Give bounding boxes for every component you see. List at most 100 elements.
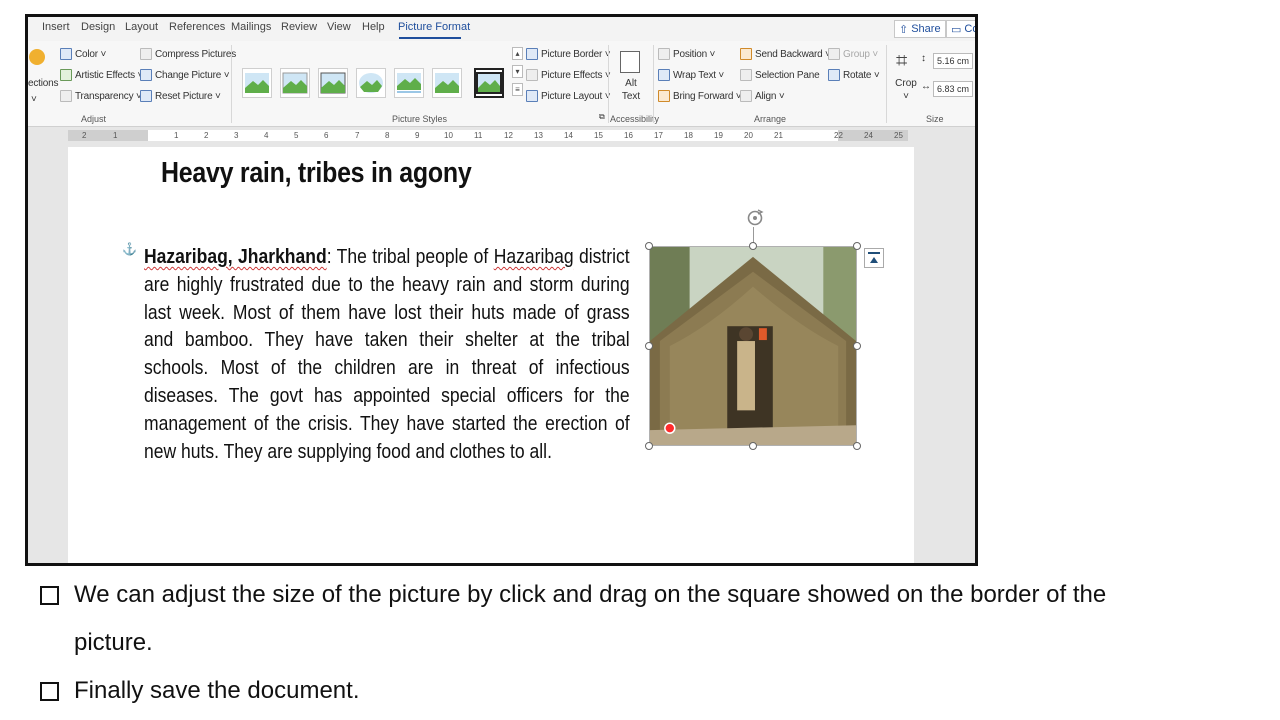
- tab-help[interactable]: Help: [362, 21, 385, 33]
- picture-style-thumb[interactable]: [356, 68, 386, 98]
- wrap-text-button[interactable]: Wrap Text ˅: [658, 69, 724, 81]
- artistic-effects-label: Artistic Effects ˅: [75, 69, 144, 81]
- horizontal-ruler[interactable]: 2 1 1 2 3 4 5 6 7 8 9 10 11 12 13 14 15 …: [28, 127, 975, 144]
- corrections-dropdown-icon[interactable]: ˅: [31, 94, 37, 105]
- picture-border-button[interactable]: Picture Border ˅: [526, 48, 611, 60]
- transparency-button[interactable]: Transparency ˅: [60, 90, 142, 102]
- layout-options-icon: [868, 252, 880, 263]
- rotate-button[interactable]: Rotate ˅: [828, 69, 880, 81]
- alt-text-icon: [620, 51, 640, 73]
- resize-handle-top-left[interactable]: [645, 242, 653, 250]
- reset-picture-icon: [140, 90, 152, 102]
- ruler-number: 16: [624, 131, 633, 140]
- color-button[interactable]: Color ˅: [60, 48, 106, 60]
- ruler-margin-left: [68, 130, 148, 141]
- tab-view[interactable]: View: [327, 21, 351, 33]
- picture-style-thumb-selected[interactable]: [474, 68, 504, 98]
- change-picture-button[interactable]: Change Picture ˅: [140, 69, 230, 81]
- tab-layout[interactable]: Layout: [125, 21, 158, 33]
- resize-handle-top-right[interactable]: [853, 242, 861, 250]
- ruler-number: 6: [324, 131, 329, 140]
- bullet-text: Finally save the document.: [74, 667, 359, 715]
- align-button[interactable]: Align ˅: [740, 90, 785, 102]
- position-label: Position ˅: [673, 48, 716, 60]
- ruler-number: 1: [174, 131, 179, 140]
- bullet-text: We can adjust the size of the picture by…: [74, 571, 1106, 667]
- picture-style-thumb[interactable]: [318, 68, 348, 98]
- comments-button[interactable]: ▭ Cor: [946, 20, 975, 38]
- article-body[interactable]: Hazaribag, Jharkhand: The tribal people …: [144, 243, 630, 465]
- resize-handle-top[interactable]: [749, 242, 757, 250]
- checkbox-bullet-icon: [40, 682, 59, 701]
- alt-text-button[interactable]: Alt Text: [615, 49, 647, 109]
- corrections-button-partial[interactable]: ections: [28, 78, 58, 89]
- tab-references[interactable]: References: [169, 21, 225, 33]
- ruler-number: 8: [385, 131, 390, 140]
- crop-label: Crop: [895, 78, 917, 89]
- bring-forward-label: Bring Forward ˅: [673, 90, 742, 102]
- corrections-icon[interactable]: [29, 49, 45, 65]
- bullet-line: picture.: [74, 629, 153, 656]
- crop-icon: ⌗: [896, 50, 908, 72]
- picture-style-thumb[interactable]: [280, 68, 310, 98]
- picture-layout-button[interactable]: Picture Layout ˅: [526, 90, 611, 102]
- ruler-number: 11: [474, 131, 483, 140]
- compress-pictures-button[interactable]: Compress Pictures: [140, 48, 236, 60]
- bring-forward-button[interactable]: Bring Forward ˅: [658, 90, 742, 102]
- active-tab-underline: [399, 37, 461, 39]
- arrange-group-label: Arrange: [754, 114, 787, 124]
- artistic-effects-button[interactable]: Artistic Effects ˅: [60, 69, 143, 81]
- tab-review[interactable]: Review: [281, 21, 317, 33]
- tab-design[interactable]: Design: [81, 21, 115, 33]
- ruler-number: 5: [294, 131, 299, 140]
- tab-mailings[interactable]: Mailings: [231, 21, 271, 33]
- picture-styles-launcher-icon[interactable]: ⧉: [599, 112, 605, 122]
- ruler-number: 2: [82, 131, 87, 140]
- ribbon-tabs: Insert Design Layout References Mailings…: [28, 17, 975, 41]
- ruler-number: 4: [264, 131, 269, 140]
- send-backward-button[interactable]: Send Backward ˅: [740, 48, 831, 60]
- resize-handle-bottom[interactable]: [749, 442, 757, 450]
- resize-handle-bottom-right[interactable]: [853, 442, 861, 450]
- picture-style-thumb[interactable]: [394, 68, 424, 98]
- gallery-up-icon[interactable]: ▴: [512, 47, 523, 60]
- reset-picture-button[interactable]: Reset Picture ˅: [140, 90, 221, 102]
- width-input[interactable]: 6.83 cm: [933, 81, 973, 97]
- gallery-more-icon[interactable]: ≡: [512, 83, 523, 96]
- hut-picture[interactable]: [649, 246, 857, 446]
- wrap-text-icon: [658, 69, 670, 81]
- height-input[interactable]: 5.16 cm: [933, 53, 973, 69]
- layout-options-button[interactable]: [864, 248, 884, 268]
- picture-style-thumb[interactable]: [432, 68, 462, 98]
- group-icon: [828, 48, 840, 60]
- height-icon: ↕: [921, 53, 926, 64]
- checkbox-bullet-icon: [40, 586, 59, 605]
- crop-button[interactable]: ⌗ Crop ˅: [892, 49, 920, 109]
- picture-style-thumb[interactable]: [242, 68, 272, 98]
- article-headline[interactable]: Heavy rain, tribes in agony: [161, 157, 472, 190]
- ruler-number: 1: [113, 131, 118, 140]
- tab-picture-format[interactable]: Picture Format: [398, 21, 470, 33]
- compress-label: Compress Pictures: [155, 48, 237, 60]
- picture-effects-label: Picture Effects ˅: [541, 69, 611, 81]
- document-page[interactable]: Heavy rain, tribes in agony ⚓ Hazaribag,…: [68, 147, 914, 563]
- bullet-line: We can adjust the size of the picture by…: [74, 581, 1107, 608]
- gallery-down-icon[interactable]: ▾: [512, 65, 523, 78]
- picture-styles-group-label: Picture Styles: [392, 114, 448, 124]
- ruler-number: 3: [234, 131, 239, 140]
- selection-pane-button[interactable]: Selection Pane: [740, 69, 820, 81]
- resize-handle-bottom-left[interactable]: [645, 442, 653, 450]
- rotate-handle-icon[interactable]: [745, 208, 765, 228]
- resize-handle-left[interactable]: [645, 342, 653, 350]
- picture-effects-button[interactable]: Picture Effects ˅: [526, 69, 611, 81]
- artistic-effects-icon: [60, 69, 72, 81]
- resize-handle-right[interactable]: [853, 342, 861, 350]
- position-button[interactable]: Position ˅: [658, 48, 715, 60]
- compress-icon: [140, 48, 152, 60]
- separator: [608, 45, 609, 123]
- share-button[interactable]: ⇧ Share: [894, 20, 946, 38]
- tab-insert[interactable]: Insert: [42, 21, 70, 33]
- group-button[interactable]: Group ˅: [828, 48, 878, 60]
- anchor-icon[interactable]: ⚓: [122, 242, 137, 256]
- share-label: Share: [911, 23, 941, 35]
